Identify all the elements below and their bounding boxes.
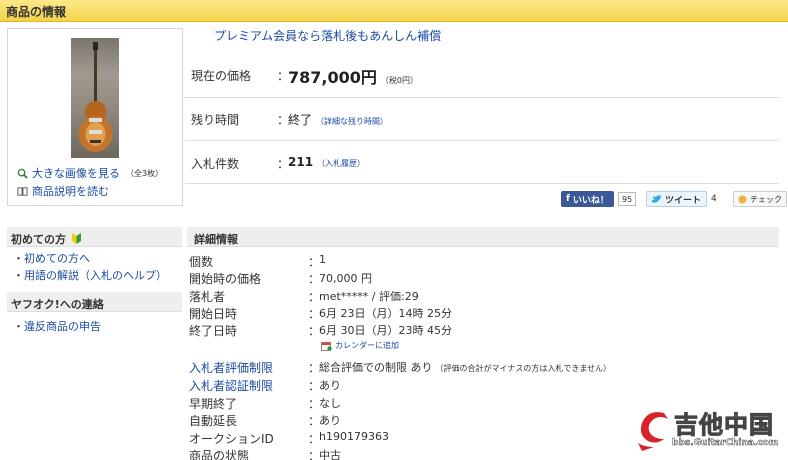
details-header: 詳細情報 xyxy=(187,227,779,247)
beginner-mark-icon xyxy=(71,233,81,244)
section-title: 商品の情報 xyxy=(6,5,67,19)
book-icon xyxy=(17,186,28,196)
price-row: 現在の価格 ： 787,000円 （税0円） xyxy=(185,55,779,98)
detail-value: h190179363 xyxy=(319,430,389,443)
detailed-time-link[interactable]: （詳細な残り時間） xyxy=(316,116,388,127)
detail-row-start-time: 開始日時 ： 6月 23日（月）14時 25分 xyxy=(189,303,779,321)
detail-row-winner: 落札者 ： met***** / 評価:29 xyxy=(189,286,779,304)
watermark-url: bbs.GuitarChina.com xyxy=(672,438,779,449)
item-thumbnail[interactable] xyxy=(71,38,119,158)
detail-row-end-time: 終了日時 ： 6月 30日（月）23時 45分 xyxy=(189,320,779,338)
detail-value: 1 xyxy=(319,253,326,266)
guitar-image xyxy=(78,42,113,152)
current-price: 787,000円 xyxy=(288,68,377,87)
section-header: 商品の情報 xyxy=(0,0,788,22)
detail-value: あり xyxy=(319,379,341,392)
facebook-like-label: いいね！ xyxy=(572,195,609,206)
time-left-label: 残り時間 xyxy=(191,113,240,127)
detail-value: あり xyxy=(319,414,341,427)
bid-count-label: 入札件数 xyxy=(191,157,240,171)
premium-promo-link[interactable]: プレミアム会員なら落札後もあんしん補償 xyxy=(214,27,441,44)
detail-row-auth-limit: 入札者認証制限 ： あり xyxy=(189,375,779,394)
add-to-calendar-label[interactable]: カレンダーに追加 xyxy=(335,340,399,351)
detail-value: 総合評価での制限 あり xyxy=(319,361,433,374)
tweet-count: 4 xyxy=(711,194,717,204)
detail-value: 70,000 円 xyxy=(319,272,372,285)
item-image-box: 大きな画像を見る （全3枚） 商品説明を読む xyxy=(7,28,183,206)
sidebar-link-beginners[interactable]: 初めての方へ xyxy=(13,250,90,266)
image-count: （全3枚） xyxy=(126,168,164,178)
time-left-row: 残り時間 ： 終了 （詳細な残り時間） xyxy=(185,98,779,141)
magnifier-icon xyxy=(17,168,28,179)
detail-value: 中古 xyxy=(319,449,341,460)
detail-key: 商品の状態 xyxy=(189,449,250,460)
read-description-link[interactable]: 商品説明を読む xyxy=(17,183,109,199)
bid-count-row: 入札件数 ： 211 （入札履歴） xyxy=(185,141,779,184)
calendar-icon xyxy=(321,341,332,351)
check-button[interactable]: チェック xyxy=(733,191,787,207)
check-label: チェック xyxy=(750,194,782,204)
read-description-label[interactable]: 商品説明を読む xyxy=(32,183,109,199)
detail-key-link[interactable]: 入札者認証制限 xyxy=(189,377,273,394)
twitter-bird-icon xyxy=(652,194,662,203)
detail-value: met***** / 評価:29 xyxy=(319,290,419,303)
sidebar-section-title: 初めての方 xyxy=(11,233,66,246)
sidebar-section-title: ヤフオク!への連絡 xyxy=(11,298,104,311)
time-left-value: 終了 xyxy=(288,113,313,127)
detail-key-link[interactable]: 入札者評価制限 xyxy=(189,359,273,376)
details-title: 詳細情報 xyxy=(194,233,238,246)
view-large-image-link[interactable]: 大きな画像を見る （全3枚） xyxy=(17,165,163,181)
check-group: チェック xyxy=(733,191,787,207)
watermark-text: 吉他中国 xyxy=(674,411,774,440)
tweet-button[interactable]: ツイート xyxy=(646,191,708,207)
tweet-label: ツイート xyxy=(665,195,702,206)
facebook-like-group: f いいね！ 95 xyxy=(561,191,637,207)
bid-count-value: 211 xyxy=(288,155,314,169)
sidebar-link-glossary[interactable]: 用語の解説（入札のヘルプ） xyxy=(13,267,167,283)
detail-key: 開始時の価格 xyxy=(189,272,262,286)
price-label: 現在の価格 xyxy=(191,69,252,83)
detail-row-quantity: 個数 ： 1 xyxy=(189,251,779,269)
detail-row-rating-limit: 入札者評価制限 ： 総合評価での制限 あり （評価の合計がマイナスの方は入札でき… xyxy=(189,357,779,376)
facebook-icon: f xyxy=(566,194,570,204)
tweet-group: ツイート 4 xyxy=(646,191,717,207)
sidebar-section-contact: ヤフオク!への連絡 xyxy=(7,292,182,312)
detail-value: 6月 23日（月）14時 25分 xyxy=(319,307,452,320)
dragon-logo-icon xyxy=(638,412,668,451)
detail-value: なし xyxy=(319,397,341,410)
detail-key: 自動延長 xyxy=(189,414,238,428)
tax-note: （税0円） xyxy=(380,76,418,85)
bid-history-link[interactable]: （入札履歴） xyxy=(317,158,365,169)
detail-key: 終了日時 xyxy=(189,324,238,338)
check-icon xyxy=(738,195,747,203)
detail-note: （評価の合計がマイナスの方は入札できません） xyxy=(435,364,612,373)
sidebar-section-beginners: 初めての方 xyxy=(7,227,182,247)
sidebar-link-report[interactable]: 違反商品の申告 xyxy=(13,318,101,334)
like-count: 95 xyxy=(617,192,637,206)
facebook-like-button[interactable]: f いいね！ xyxy=(561,191,614,207)
site-watermark: 吉他中国 bbs.GuitarChina.com xyxy=(634,405,784,457)
view-large-image-label[interactable]: 大きな画像を見る xyxy=(32,165,120,181)
detail-value: 6月 30日（月）23時 45分 xyxy=(319,324,452,337)
detail-row-start-price: 開始時の価格 ： 70,000 円 xyxy=(189,268,779,286)
add-to-calendar-link[interactable]: カレンダーに追加 xyxy=(321,340,399,351)
